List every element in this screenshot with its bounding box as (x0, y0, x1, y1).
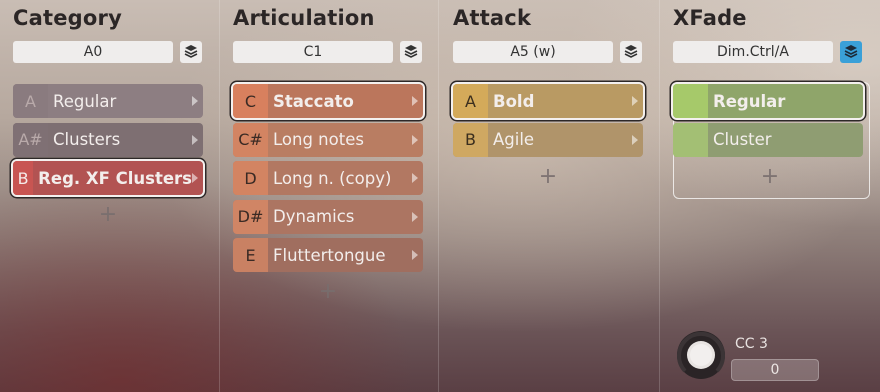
articulation-column: Articulation C1 C Staccato C# Long notes… (220, 0, 440, 392)
item-label: Regular (53, 91, 117, 111)
layers-button[interactable] (840, 41, 862, 63)
item-key: B (453, 122, 488, 157)
add-articulation-button[interactable]: + (318, 279, 338, 304)
item-key: E (233, 238, 268, 272)
attack-item-bold[interactable]: A Bold (453, 84, 643, 118)
column-title: XFade (673, 6, 747, 30)
item-key (673, 122, 708, 157)
articulation-item-staccato[interactable]: C Staccato (233, 84, 423, 118)
layers-button[interactable] (400, 41, 422, 63)
add-category-button[interactable]: + (98, 202, 118, 227)
category-list: A Regular A# Clusters B Reg. XF Clusters (13, 84, 203, 200)
category-column: Category A0 A Regular A# Clusters B Reg.… (0, 0, 220, 392)
cc-label: CC 3 (735, 336, 768, 352)
xfade-item-regular[interactable]: Regular (673, 84, 863, 118)
item-label: Dynamics (273, 207, 355, 226)
layers-icon (404, 43, 418, 62)
item-key: B (13, 161, 34, 195)
category-item-reg-xf-clusters[interactable]: B Reg. XF Clusters (13, 161, 203, 195)
item-label: Reg. XF Clusters (38, 168, 192, 188)
chevron-right-icon[interactable] (632, 96, 638, 106)
attack-slot-field[interactable]: A5 (w) (453, 41, 613, 63)
category-slot-field[interactable]: A0 (13, 41, 173, 63)
item-label: Agile (493, 130, 535, 149)
layers-button[interactable] (620, 41, 642, 63)
layers-button[interactable] (180, 41, 202, 63)
column-title: Attack (453, 6, 532, 30)
xfade-slot-field[interactable]: Dim.Ctrl/A (673, 41, 833, 63)
item-key: C# (233, 122, 268, 157)
item-label: Bold (493, 91, 535, 111)
xfade-item-cluster[interactable]: Cluster (673, 122, 863, 157)
chevron-right-icon[interactable] (412, 211, 418, 222)
chevron-right-icon[interactable] (412, 173, 418, 183)
item-key: C (233, 84, 268, 118)
xfade-list: Regular Cluster (673, 84, 863, 161)
attack-column: Attack A5 (w) A Bold B Agile + (440, 0, 660, 392)
articulation-list: C Staccato C# Long notes D Long n. (copy… (233, 84, 423, 277)
articulation-item-fluttertongue[interactable]: E Fluttertongue (233, 238, 423, 272)
articulation-item-long-notes[interactable]: C# Long notes (233, 122, 423, 157)
category-item-clusters[interactable]: A# Clusters (13, 122, 203, 157)
add-xfade-button[interactable]: + (760, 164, 780, 189)
cc-value-field[interactable]: 0 (731, 359, 819, 381)
add-attack-button[interactable]: + (538, 164, 558, 189)
column-title: Articulation (233, 6, 375, 30)
cc-knob[interactable] (675, 329, 727, 381)
articulation-slot-field[interactable]: C1 (233, 41, 393, 63)
articulation-item-dynamics[interactable]: D# Dynamics (233, 199, 423, 234)
item-key: A (453, 84, 488, 118)
knob-icon (677, 331, 725, 379)
item-label: Clusters (53, 130, 121, 149)
item-label: Staccato (273, 91, 354, 111)
item-label: Long notes (273, 130, 364, 149)
chevron-right-icon[interactable] (412, 96, 418, 106)
item-label: Cluster (713, 130, 772, 149)
item-label: Long n. (copy) (273, 168, 392, 188)
column-title: Category (13, 6, 122, 30)
item-key: A (13, 84, 48, 118)
chevron-right-icon[interactable] (412, 134, 418, 145)
item-label: Regular (713, 91, 786, 111)
layers-icon (624, 43, 638, 62)
chevron-right-icon[interactable] (192, 134, 198, 145)
category-item-regular[interactable]: A Regular (13, 84, 203, 118)
attack-item-agile[interactable]: B Agile (453, 122, 643, 157)
chevron-right-icon[interactable] (632, 134, 638, 145)
layers-icon (844, 43, 858, 62)
articulation-item-long-n-copy[interactable]: D Long n. (copy) (233, 161, 423, 195)
item-key: D (233, 161, 268, 195)
item-key: D# (233, 199, 268, 234)
item-key (673, 84, 708, 118)
item-key: A# (13, 122, 48, 157)
chevron-right-icon[interactable] (192, 96, 198, 106)
attack-list: A Bold B Agile (453, 84, 643, 161)
item-label: Fluttertongue (273, 245, 386, 265)
chevron-right-icon[interactable] (412, 250, 418, 260)
layers-icon (184, 43, 198, 62)
chevron-right-icon[interactable] (192, 173, 198, 183)
